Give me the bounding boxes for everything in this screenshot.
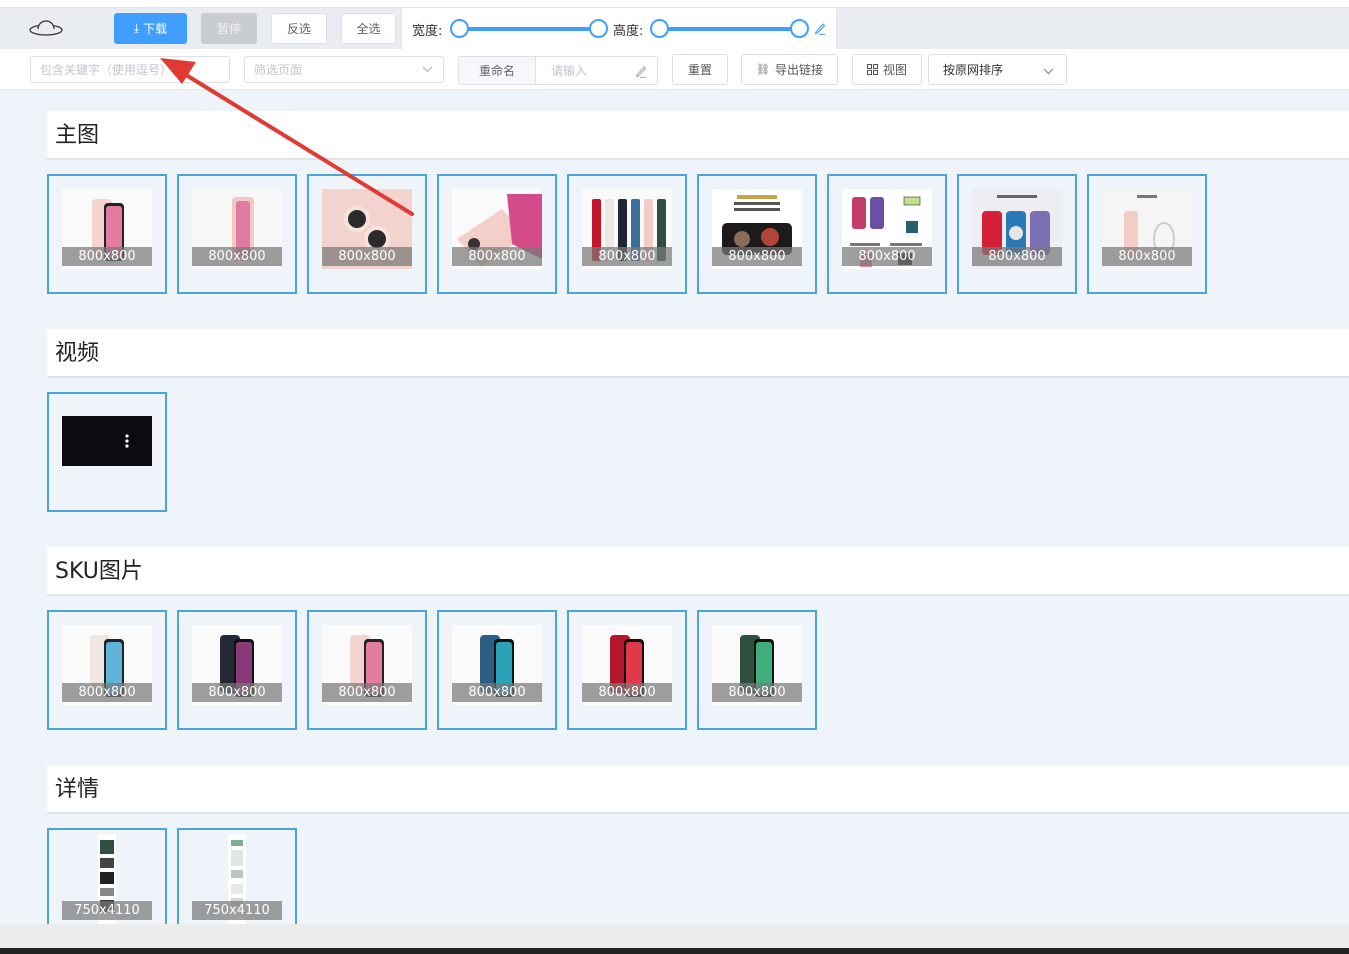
filter-toolbar: 包含关键字（使用逗号） 筛选页面 重命名 请输入 重置 ⛓ 导出链接 视图 按原… [0,49,1349,90]
sort-value: 按原网排序 [943,63,1004,77]
image-dimensions: 800x800 [972,247,1062,266]
download-icon: ⤓ [133,21,140,35]
keyword-filter-placeholder: 包含关键字（使用逗号） [40,63,173,77]
select-all-label: 全选 [356,22,381,36]
rename-input[interactable]: 请输入 [551,57,587,84]
section-header-details: 详情 [47,765,1349,814]
width-slider-track[interactable] [460,27,600,31]
image-dimensions: 800x800 [322,247,412,266]
image-tile[interactable]: 800x800 [307,174,427,294]
top-edge-strip [0,0,1349,8]
section-header-sku-images: SKU图片 [47,547,1349,596]
image-dimensions: 800x800 [582,683,672,702]
image-tile[interactable]: 800x800 [437,610,557,730]
width-slider-min-handle[interactable] [450,19,469,38]
image-dimensions: 800x800 [1102,247,1192,266]
image-tile[interactable]: 800x800 [437,174,557,294]
width-slider-label: 宽度: [412,24,443,39]
view-button[interactable]: 视图 [852,54,922,85]
section-header-video: 视频 [47,329,1349,378]
height-slider-track[interactable] [660,27,800,31]
image-tile[interactable]: 800x800 [697,174,817,294]
section-title-video: 视频 [55,341,100,366]
image-dimensions: 800x800 [192,247,282,266]
select-all-button[interactable]: 全选 [341,13,396,44]
sort-select[interactable]: 按原网排序 [928,54,1067,85]
image-dimensions: 800x800 [62,247,152,266]
export-links-label: 导出链接 [774,63,823,77]
image-dimensions: 800x800 [582,247,672,266]
saturn-logo-icon [29,20,63,36]
rename-edit-icon[interactable] [635,64,647,78]
chevron-down-icon [422,66,433,73]
image-dimensions: 800x800 [842,247,932,266]
image-tile[interactable]: 800x800 [177,174,297,294]
export-links-button[interactable]: ⛓ 导出链接 [741,54,838,85]
image-dimensions: 750x4110 [62,901,152,920]
image-tile[interactable]: 800x800 [307,610,427,730]
height-slider-max-handle[interactable] [790,19,809,38]
invert-selection-button[interactable]: 反选 [271,13,327,44]
size-slider-group: 宽度: 高度: [401,8,837,49]
rename-label: 重命名 [478,64,515,78]
image-dimensions: 800x800 [712,247,802,266]
view-label: 视图 [882,63,907,77]
rename-placeholder: 请输入 [551,64,588,78]
image-tile[interactable]: 800x800 [177,610,297,730]
grid-view-icon [866,64,878,75]
image-dimensions: 800x800 [62,683,152,702]
link-icon: ⛓ [756,63,770,76]
reset-button[interactable]: 重置 [672,54,728,85]
download-button[interactable]: ⤓ 下载 [114,13,187,44]
edit-pen-icon[interactable] [814,21,826,35]
height-slider-min-handle[interactable] [650,19,669,38]
rename-input-group: 重命名 请输入 [458,56,658,85]
width-slider-max-handle[interactable] [589,19,608,38]
taskbar-edge [0,948,1349,954]
image-dimensions: 750x4110 [192,901,282,920]
video-tile[interactable] [47,392,167,512]
image-tile[interactable]: 750x4110 [47,828,167,926]
image-tile[interactable]: 800x800 [567,174,687,294]
pause-button[interactable]: 暂停 [201,13,257,44]
image-tile[interactable]: 800x800 [1087,174,1207,294]
image-dimensions: 800x800 [192,683,282,702]
image-tile[interactable]: 800x800 [567,610,687,730]
page-filter-select[interactable]: 筛选页面 [244,56,444,83]
image-gallery: 主图 800x800 800x800 800x800 800x800 800x8… [0,91,1349,926]
invert-label: 反选 [286,22,311,36]
image-tile[interactable]: 800x800 [697,610,817,730]
image-dimensions: 800x800 [322,683,412,702]
image-dimensions: 800x800 [712,683,802,702]
image-dimensions: 800x800 [452,683,542,702]
sort-chevron-down-icon [1043,68,1054,75]
pause-label: 暂停 [216,22,241,36]
section-header-main-images: 主图 [47,111,1349,160]
section-title-details: 详情 [55,777,100,802]
page-filter-placeholder: 筛选页面 [254,63,303,77]
bottom-bar [0,924,1349,954]
keyword-filter-input[interactable]: 包含关键字（使用逗号） [30,56,230,83]
image-tile[interactable]: 750x4110 [177,828,297,926]
main-toolbar: ⤓ 下载 暂停 反选 全选 宽度: 高度: [0,8,1349,49]
section-title-main-images: 主图 [55,123,100,148]
reset-label: 重置 [687,63,712,77]
section-title-sku-images: SKU图片 [55,559,143,584]
image-tile[interactable]: 800x800 [957,174,1077,294]
height-slider-label: 高度: [613,24,644,39]
more-options-icon[interactable] [124,433,130,449]
download-label: 下载 [143,22,168,36]
image-dimensions: 800x800 [452,247,542,266]
image-tile[interactable]: 800x800 [47,610,167,730]
image-tile[interactable]: 800x800 [47,174,167,294]
video-player-preview[interactable] [62,416,152,466]
rename-prefix-label: 重命名 [459,57,536,84]
image-tile[interactable]: 800x800 [827,174,947,294]
